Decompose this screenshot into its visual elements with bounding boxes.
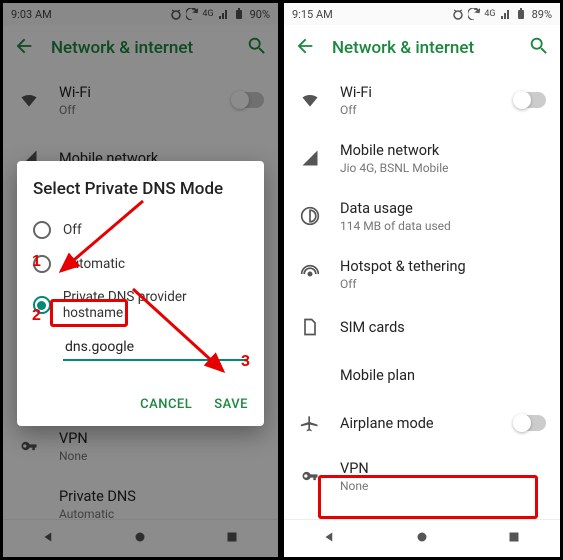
status-time: 9:15 AM [292, 8, 452, 21]
row-hotspot[interactable]: Hotspot & tethering Off [284, 245, 560, 303]
row-sub: Jio 4G, BSNL Mobile [340, 161, 546, 175]
nav-home-icon[interactable] [413, 528, 431, 550]
row-sub: None [59, 449, 264, 463]
battery-icon [234, 8, 246, 20]
signal-icon [500, 8, 512, 20]
radio-label: Off [63, 222, 82, 238]
signal-icon [218, 8, 230, 20]
wifi-icon [17, 90, 41, 110]
hotspot-icon [298, 264, 322, 284]
hostname-input[interactable] [63, 335, 248, 361]
row-sub: Off [340, 277, 546, 291]
cancel-button[interactable]: CANCEL [140, 397, 192, 412]
sync-icon [468, 8, 480, 20]
row-sub: Off [340, 103, 496, 117]
row-sub: 114 MB of data used [340, 219, 546, 233]
settings-list: Wi-Fi Off Mobile network Jio 4G, BSNL Mobi… [284, 71, 560, 523]
row-sim[interactable]: SIM cards [284, 303, 560, 351]
status-time: 9:03 AM [11, 8, 170, 21]
key-icon [298, 466, 322, 486]
app-bar: Network & internet [284, 25, 560, 71]
row-title: Airplane mode [340, 415, 496, 432]
search-icon[interactable] [528, 35, 550, 61]
radio-automatic[interactable]: Automatic [33, 247, 248, 281]
private-dns-dialog: Select Private DNS Mode Off Automatic Pr… [17, 161, 264, 426]
airplane-toggle[interactable] [514, 415, 546, 431]
key-icon [17, 436, 41, 456]
nav-bar [284, 519, 560, 557]
row-title: SIM cards [340, 319, 546, 336]
back-icon[interactable] [294, 35, 316, 61]
page-title: Network & internet [51, 38, 230, 58]
wifi-toggle[interactable] [514, 92, 546, 108]
signal-icon [298, 148, 322, 168]
row-title: VPN [59, 430, 264, 447]
screenshot-right: 9:15 AM 4G 89% Network & internet Wi-Fi O… [281, 0, 563, 560]
sync-icon [186, 8, 198, 20]
row-mobile-plan[interactable]: Mobile plan [284, 351, 560, 399]
data-usage-icon [298, 206, 322, 226]
radio-label: Private DNS provider hostname [63, 289, 248, 321]
row-wifi[interactable]: Wi-Fi Off [3, 71, 278, 129]
app-bar: Network & internet [3, 25, 278, 71]
nav-recent-icon[interactable] [505, 528, 523, 550]
network-type: 4G [202, 9, 213, 19]
nav-bar [3, 519, 278, 557]
battery-pct: 90% [250, 8, 270, 21]
nav-recent-icon[interactable] [223, 528, 241, 550]
alarm-icon [170, 8, 182, 20]
nav-back-icon[interactable] [321, 528, 339, 550]
row-wifi[interactable]: Wi-Fi Off [284, 71, 560, 129]
search-icon[interactable] [246, 35, 268, 61]
row-title: VPN [340, 460, 546, 477]
sim-icon [298, 317, 322, 337]
row-data-usage[interactable]: Data usage 114 MB of data used [284, 187, 560, 245]
nav-home-icon[interactable] [131, 528, 149, 550]
radio-label: Automatic [63, 256, 125, 272]
row-title: Mobile plan [340, 367, 546, 384]
nav-back-icon[interactable] [40, 528, 58, 550]
battery-icon [516, 8, 528, 20]
back-icon[interactable] [13, 35, 35, 61]
radio-hostname[interactable]: Private DNS provider hostname [33, 281, 248, 329]
save-button[interactable]: SAVE [214, 397, 248, 412]
battery-pct: 89% [532, 8, 552, 21]
row-title: Hotspot & tethering [340, 258, 546, 275]
row-sub: None [340, 479, 546, 493]
row-sub: Off [59, 103, 214, 117]
wifi-icon [298, 90, 322, 110]
radio-off[interactable]: Off [33, 213, 248, 247]
row-airplane[interactable]: Airplane mode [284, 399, 560, 447]
alarm-icon [452, 8, 464, 20]
row-title: Data usage [340, 200, 546, 217]
network-type: 4G [484, 9, 495, 19]
page-title: Network & internet [332, 38, 512, 58]
row-mobile[interactable]: Mobile network Jio 4G, BSNL Mobile [284, 129, 560, 187]
screenshot-left: 9:03 AM 4G 90% Network & internet Wi-Fi O… [0, 0, 281, 560]
row-title: Wi-Fi [59, 84, 214, 101]
row-title: Wi-Fi [340, 84, 496, 101]
airplane-icon [298, 413, 322, 433]
status-bar: 9:15 AM 4G 89% [284, 3, 560, 25]
row-title: Private DNS [59, 488, 264, 505]
row-vpn[interactable]: VPN None [284, 447, 560, 505]
status-bar: 9:03 AM 4G 90% [3, 3, 278, 25]
row-title: Mobile network [340, 142, 546, 159]
wifi-toggle[interactable] [232, 92, 264, 108]
dialog-title: Select Private DNS Mode [33, 179, 248, 199]
